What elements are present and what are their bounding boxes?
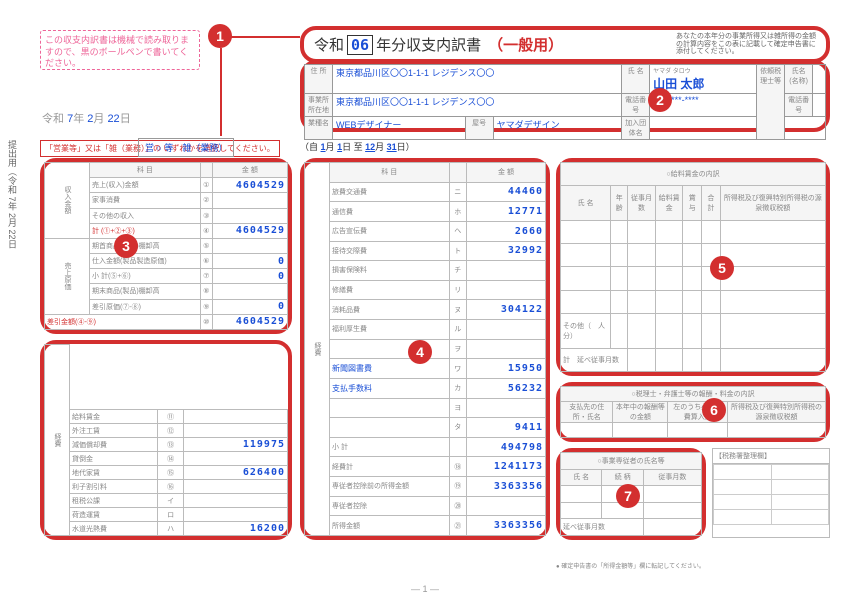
marker-2: 2: [648, 88, 672, 112]
page-number: — 1 —: [411, 584, 439, 594]
box-professional-fee: ○税理士・弁護士等の報酬・料金の内訳 支払先の住所・氏名本年中の報酬等の金額左の…: [556, 382, 830, 442]
accounting-select[interactable]: 営 ○ 等 雑（業務）: [138, 138, 234, 157]
side-vertical-text: 提出用（令和 7年 2月 22日: [6, 140, 19, 249]
marker-1: 1: [208, 24, 232, 48]
warning-box: この収支内訳書は機械で読み取りますので、黒のボールペンで書いてください。: [40, 30, 200, 70]
date-line: 令和 7年 2月 22日: [42, 110, 131, 126]
admin-box: 【税務署整理欄】: [712, 448, 830, 538]
box-salary: ○給料賃金の内訳 氏 名年齢従事月数給料賃金賞 与合 計所得税及び復興特別所得税…: [556, 158, 830, 376]
marker-7: 7: [616, 484, 640, 508]
period: （自 1月 1日 至 12月 31日）: [300, 140, 415, 153]
title-bar: 令和 06 年分収支内訳書 （一般用） あなたの本年分の事業所得又は雑所得の金額…: [300, 26, 830, 63]
marker-6: 6: [702, 398, 726, 422]
marker-4: 4: [408, 340, 432, 364]
marker-5: 5: [710, 256, 734, 280]
box-income: 収入金額科 目金 額 売上(収入)金額①4604529 家事消費② その他の収入…: [40, 158, 292, 334]
box-expense-left: 経費給料賃金⑪外注工賃⑫減価償却費⑬119975貸倒金⑭地代家賃⑮626400利…: [40, 340, 292, 540]
info-panel: 住 所東京都品川区〇〇1-1-1 レジデンス〇〇 氏 名ヤマダ タロウ山田 太郎…: [300, 60, 830, 132]
marker-3: 3: [114, 234, 138, 258]
bottom-note: ● 確定申告書の「所得金額等」欄に転記してください。: [556, 561, 706, 570]
